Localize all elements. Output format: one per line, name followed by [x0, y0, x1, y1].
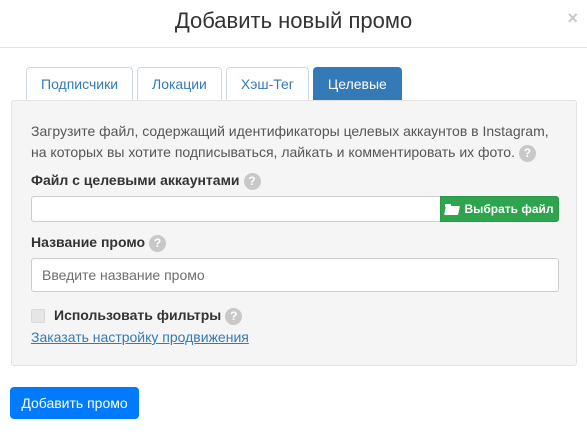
tab-hashtag[interactable]: Хэш-Тег	[225, 67, 309, 100]
use-filters-checkbox[interactable]	[31, 309, 45, 323]
choose-file-label: Выбрать файл	[464, 202, 554, 216]
close-icon[interactable]: ×	[567, 8, 578, 29]
question-icon[interactable]: ?	[149, 234, 167, 252]
name-label-text: Название промо	[31, 234, 146, 250]
filters-label: Использовать фильтры?	[54, 307, 243, 325]
name-label: Название промо?	[31, 234, 167, 252]
tab-targeted[interactable]: Целевые	[312, 67, 402, 100]
folder-open-icon	[445, 203, 459, 215]
choose-file-button[interactable]: Выбрать файл	[440, 196, 559, 222]
promo-name-input[interactable]	[31, 258, 559, 292]
question-icon[interactable]: ?	[243, 172, 261, 190]
add-promo-button[interactable]: Добавить промо	[10, 387, 139, 419]
file-label: Файл с целевыми аккаунтами?	[31, 172, 261, 190]
question-icon[interactable]: ?	[518, 144, 536, 162]
file-path-field[interactable]	[31, 196, 441, 222]
tab-bar: Подписчики Локации Хэш-Тег Целевые	[26, 67, 402, 100]
description-text: Загрузите файл, содержащий идентификатор…	[31, 121, 561, 163]
tab-panel: Загрузите файл, содержащий идентификатор…	[11, 100, 577, 366]
tab-locations[interactable]: Локации	[137, 67, 222, 100]
filters-label-text: Использовать фильтры	[54, 307, 222, 323]
description-content: Загрузите файл, содержащий идентификатор…	[31, 123, 549, 160]
order-setup-link[interactable]: Заказать настройку продвижения	[31, 329, 249, 345]
file-label-text: Файл с целевыми аккаунтами	[31, 172, 240, 188]
question-icon[interactable]: ?	[225, 307, 243, 325]
modal-title: Добавить новый промо	[174, 8, 413, 33]
tab-subscribers[interactable]: Подписчики	[26, 67, 134, 100]
modal-header: Добавить новый промо ×	[0, 0, 587, 48]
